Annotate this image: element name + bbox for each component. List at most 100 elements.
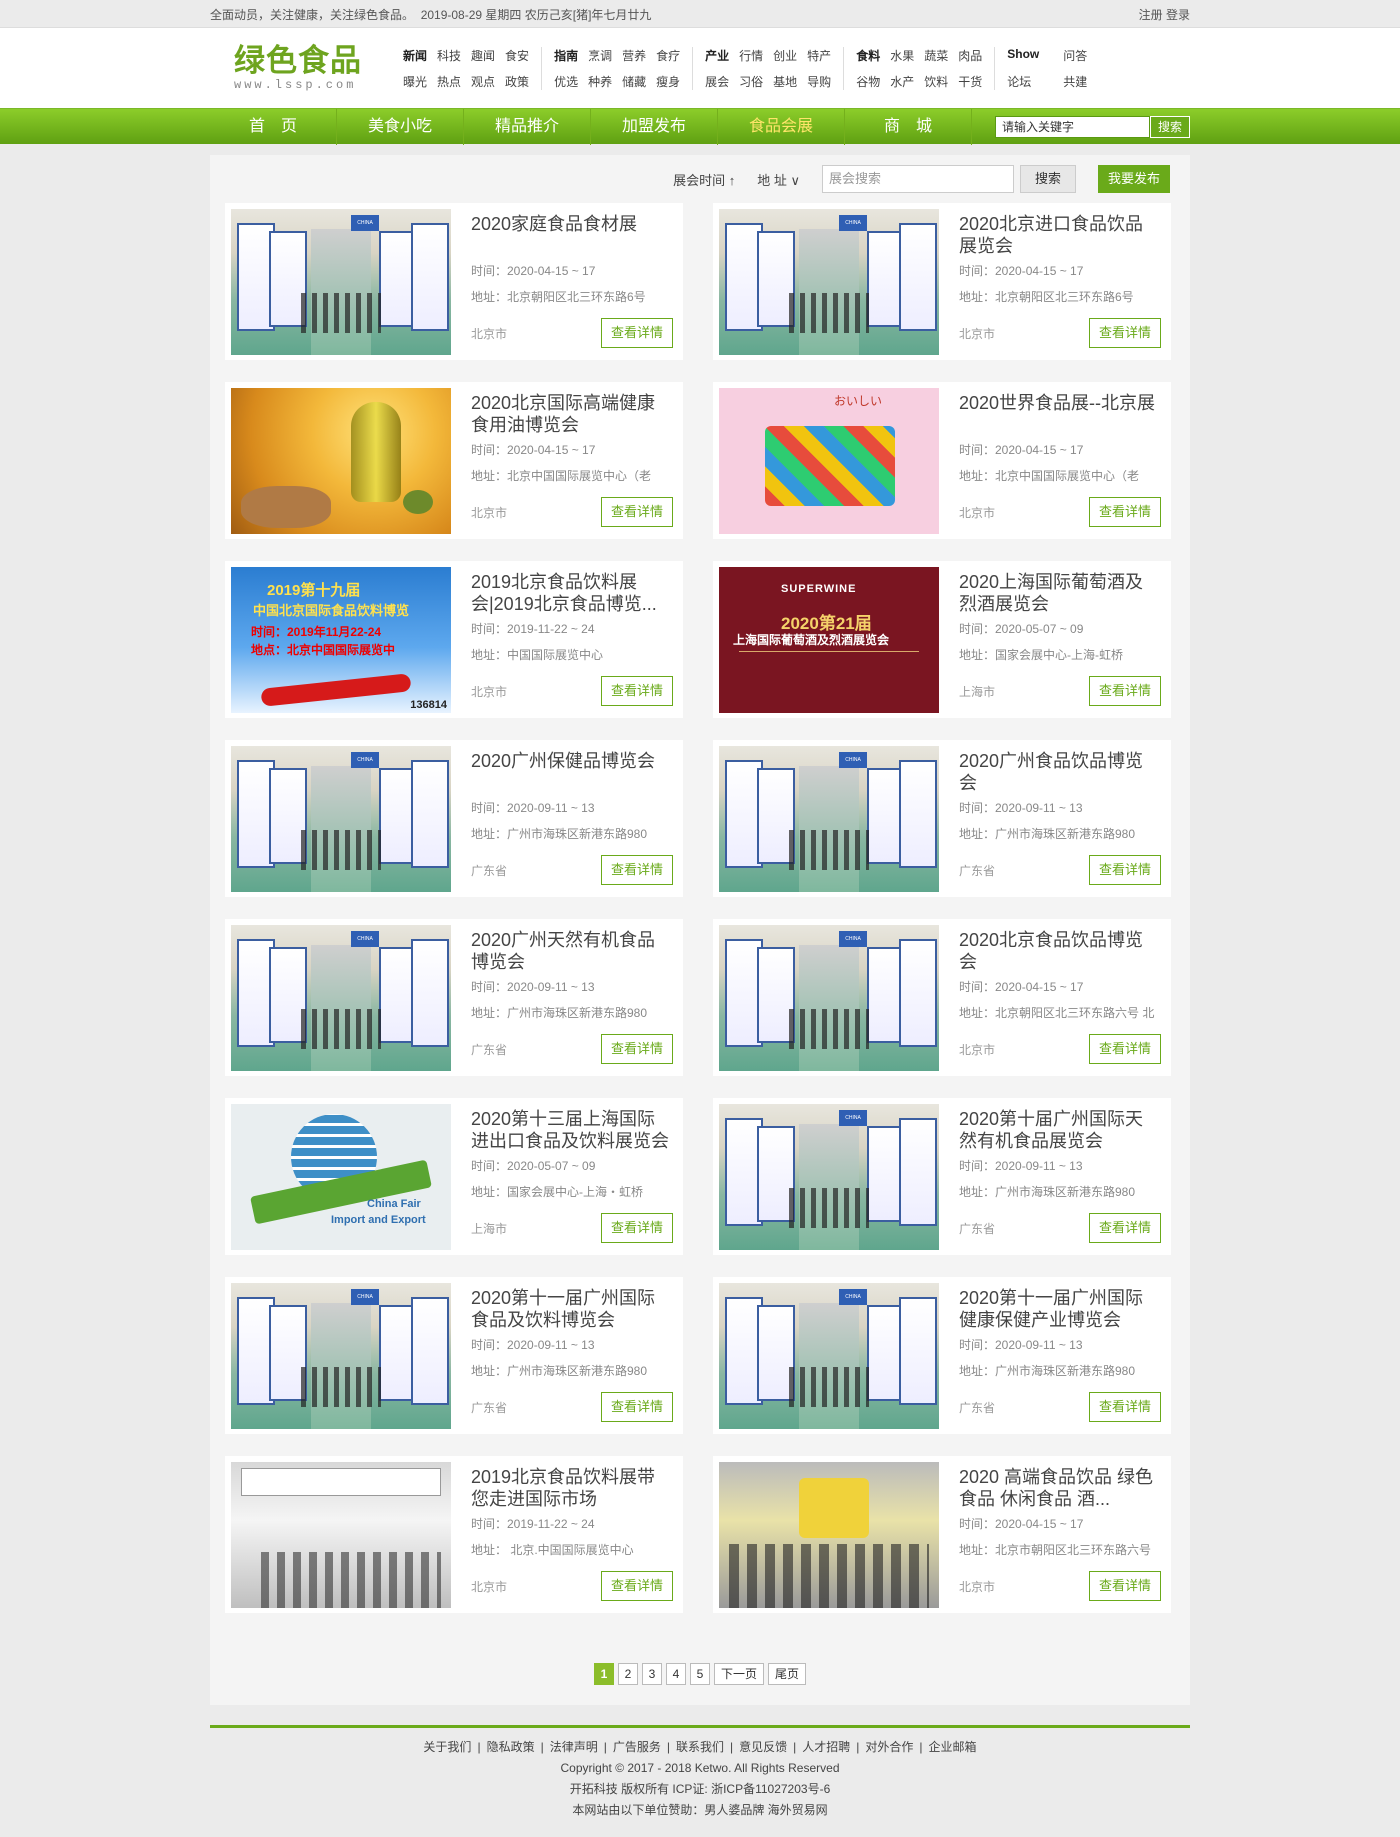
login-register-link[interactable]: 注册 登录 <box>1139 6 1190 23</box>
expo-search-input[interactable]: 展会搜索 <box>822 165 1014 193</box>
expo-hall-image[interactable]: CHINA <box>231 925 451 1071</box>
footer-link[interactable]: 联系我们 <box>673 1740 727 1754</box>
header-nav-link[interactable]: 论坛 <box>1007 73 1039 90</box>
next-page-button[interactable]: 下一页 <box>713 1663 764 1685</box>
food-beverage-logo-image[interactable]: China Fair Import and Export <box>231 1104 451 1250</box>
expo-title[interactable]: 2019北京食品饮料展会|2019北京食品博览... <box>471 571 673 615</box>
view-details-button[interactable]: 查看详情 <box>601 1571 673 1601</box>
header-nav-link[interactable]: 展会 <box>705 73 729 90</box>
footer-link[interactable]: 法律声明 <box>547 1740 601 1754</box>
site-logo[interactable]: 绿色食品 www.lssp.com <box>210 44 385 93</box>
main-nav-item[interactable]: 商 城 <box>845 109 972 145</box>
expo-hall-image[interactable]: CHINA <box>719 1283 939 1429</box>
expo-title[interactable]: 2020第十一届广州国际健康保健产业博览会 <box>959 1287 1161 1331</box>
nav-search-button[interactable]: 搜索 <box>1150 116 1190 138</box>
footer-link[interactable]: 隐私政策 <box>484 1740 538 1754</box>
header-nav-link[interactable]: 政策 <box>505 73 529 90</box>
page-link[interactable]: 3 <box>641 1663 662 1685</box>
expo-title[interactable]: 2019北京食品饮料展带您走进国际市场 <box>471 1466 673 1510</box>
header-nav-link[interactable]: 导购 <box>807 73 831 90</box>
page-link[interactable]: 1 <box>593 1663 614 1685</box>
sort-by-time[interactable]: 展会时间 ↑ <box>673 170 735 189</box>
expo-title[interactable]: 2020北京国际高端健康食用油博览会 <box>471 392 673 436</box>
view-details-button[interactable]: 查看详情 <box>601 1213 673 1243</box>
view-details-button[interactable]: 查看详情 <box>1089 1571 1161 1601</box>
exhibition-crowd-image[interactable] <box>719 1462 939 1608</box>
view-details-button[interactable]: 查看详情 <box>601 1392 673 1422</box>
header-nav-link[interactable]: 习俗 <box>739 73 763 90</box>
header-nav-link[interactable]: 干货 <box>958 73 982 90</box>
expo-title[interactable]: 2020广州食品饮品博览会 <box>959 750 1161 794</box>
footer-link[interactable]: 企业邮箱 <box>926 1740 980 1754</box>
expo-title[interactable]: 2020北京食品饮品博览会 <box>959 929 1161 973</box>
view-details-button[interactable]: 查看详情 <box>601 318 673 348</box>
view-details-button[interactable]: 查看详情 <box>1089 318 1161 348</box>
expo-title[interactable]: 2020第十一届广州国际食品及饮料博览会 <box>471 1287 673 1331</box>
main-nav-item[interactable]: 精品推介 <box>464 109 591 145</box>
header-nav-link[interactable]: 食安 <box>505 47 529 64</box>
page-link[interactable]: 4 <box>665 1663 686 1685</box>
header-nav-link[interactable]: 瘦身 <box>656 73 680 90</box>
header-nav-link[interactable]: 肉品 <box>958 47 982 64</box>
header-nav-link[interactable]: 指南 <box>554 47 578 64</box>
expo-poster-image[interactable]: 2019第十九届 中国北京国际食品饮料博览 时间：2019年11月22-24 地点：北… <box>231 567 451 713</box>
header-nav-link[interactable]: 谷物 <box>856 73 880 90</box>
publish-button[interactable]: 我要发布 <box>1098 165 1170 193</box>
view-details-button[interactable]: 查看详情 <box>601 855 673 885</box>
expo-title[interactable]: 2020第十三届上海国际进出口食品及饮料展览会 <box>471 1108 673 1152</box>
header-nav-link[interactable]: 曝光 <box>403 73 427 90</box>
view-details-button[interactable]: 查看详情 <box>1089 676 1161 706</box>
header-nav-link[interactable]: 种养 <box>588 73 612 90</box>
footer-link[interactable]: 关于我们 <box>420 1740 474 1754</box>
snack-gift-image[interactable]: おいしい <box>719 388 939 534</box>
header-nav-link[interactable]: 营养 <box>622 47 646 64</box>
nav-search-input[interactable]: 请输入关键字 <box>995 116 1150 138</box>
expo-hall-image[interactable]: CHINA <box>231 209 451 355</box>
header-nav-link[interactable]: 基地 <box>773 73 797 90</box>
header-nav-link[interactable]: 食疗 <box>656 47 680 64</box>
expo-title[interactable]: 2020 高端食品饮品 绿色食品 休闲食品 酒... <box>959 1466 1161 1510</box>
expo-hall-image[interactable]: CHINA <box>719 925 939 1071</box>
footer-link[interactable]: 人才招聘 <box>799 1740 853 1754</box>
expo-search-button[interactable]: 搜索 <box>1020 165 1076 193</box>
footer-link[interactable]: 意见反馈 <box>736 1740 790 1754</box>
page-link[interactable]: 5 <box>689 1663 710 1685</box>
view-details-button[interactable]: 查看详情 <box>1089 1213 1161 1243</box>
main-nav-item[interactable]: 首 页 <box>210 109 337 145</box>
expo-title[interactable]: 2020上海国际葡萄酒及烈酒展览会 <box>959 571 1161 615</box>
header-nav-link[interactable]: 趣闻 <box>471 47 495 64</box>
view-details-button[interactable]: 查看详情 <box>601 1034 673 1064</box>
header-nav-link[interactable]: 观点 <box>471 73 495 90</box>
view-details-button[interactable]: 查看详情 <box>1089 855 1161 885</box>
expo-title[interactable]: 2020世界食品展--北京展 <box>959 392 1161 436</box>
header-nav-link[interactable]: 储藏 <box>622 73 646 90</box>
view-details-button[interactable]: 查看详情 <box>1089 497 1161 527</box>
expo-title[interactable]: 2020家庭食品食材展 <box>471 213 673 257</box>
header-nav-link[interactable]: 产业 <box>705 47 729 64</box>
header-nav-link[interactable]: 特产 <box>807 47 831 64</box>
address-dropdown[interactable]: 地 址 ∨ <box>757 170 800 189</box>
header-nav-link[interactable]: 蔬菜 <box>924 47 948 64</box>
header-nav-link[interactable]: 优选 <box>554 73 578 90</box>
main-nav-item[interactable]: 加盟发布 <box>591 109 718 145</box>
expo-hall-image[interactable]: CHINA <box>231 746 451 892</box>
header-nav-link[interactable]: Show <box>1007 47 1039 64</box>
header-nav-link[interactable]: 行情 <box>739 47 763 64</box>
expo-hall-image[interactable]: CHINA <box>719 209 939 355</box>
header-nav-link[interactable]: 饮料 <box>924 73 948 90</box>
cooking-oil-image[interactable] <box>231 388 451 534</box>
expo-hall-image[interactable]: CHINA <box>719 746 939 892</box>
view-details-button[interactable]: 查看详情 <box>601 676 673 706</box>
expo-title[interactable]: 2020广州保健品博览会 <box>471 750 673 794</box>
expo-hall-image[interactable]: CHINA <box>719 1104 939 1250</box>
header-nav-link[interactable]: 新闻 <box>403 47 427 64</box>
exhibition-booth-image[interactable] <box>231 1462 451 1608</box>
main-nav-item[interactable]: 美食小吃 <box>337 109 464 145</box>
header-nav-link[interactable]: 水果 <box>890 47 914 64</box>
expo-title[interactable]: 2020广州天然有机食品博览会 <box>471 929 673 973</box>
main-nav-item[interactable]: 食品会展 <box>718 109 845 145</box>
wine-expo-poster-image[interactable]: SUPERWINE 2020第21届 上海国际葡萄酒及烈酒展览会 <box>719 567 939 713</box>
footer-link[interactable]: 广告服务 <box>610 1740 664 1754</box>
header-nav-link[interactable]: 食料 <box>856 47 880 64</box>
expo-title[interactable]: 2020第十届广州国际天然有机食品展览会 <box>959 1108 1161 1152</box>
